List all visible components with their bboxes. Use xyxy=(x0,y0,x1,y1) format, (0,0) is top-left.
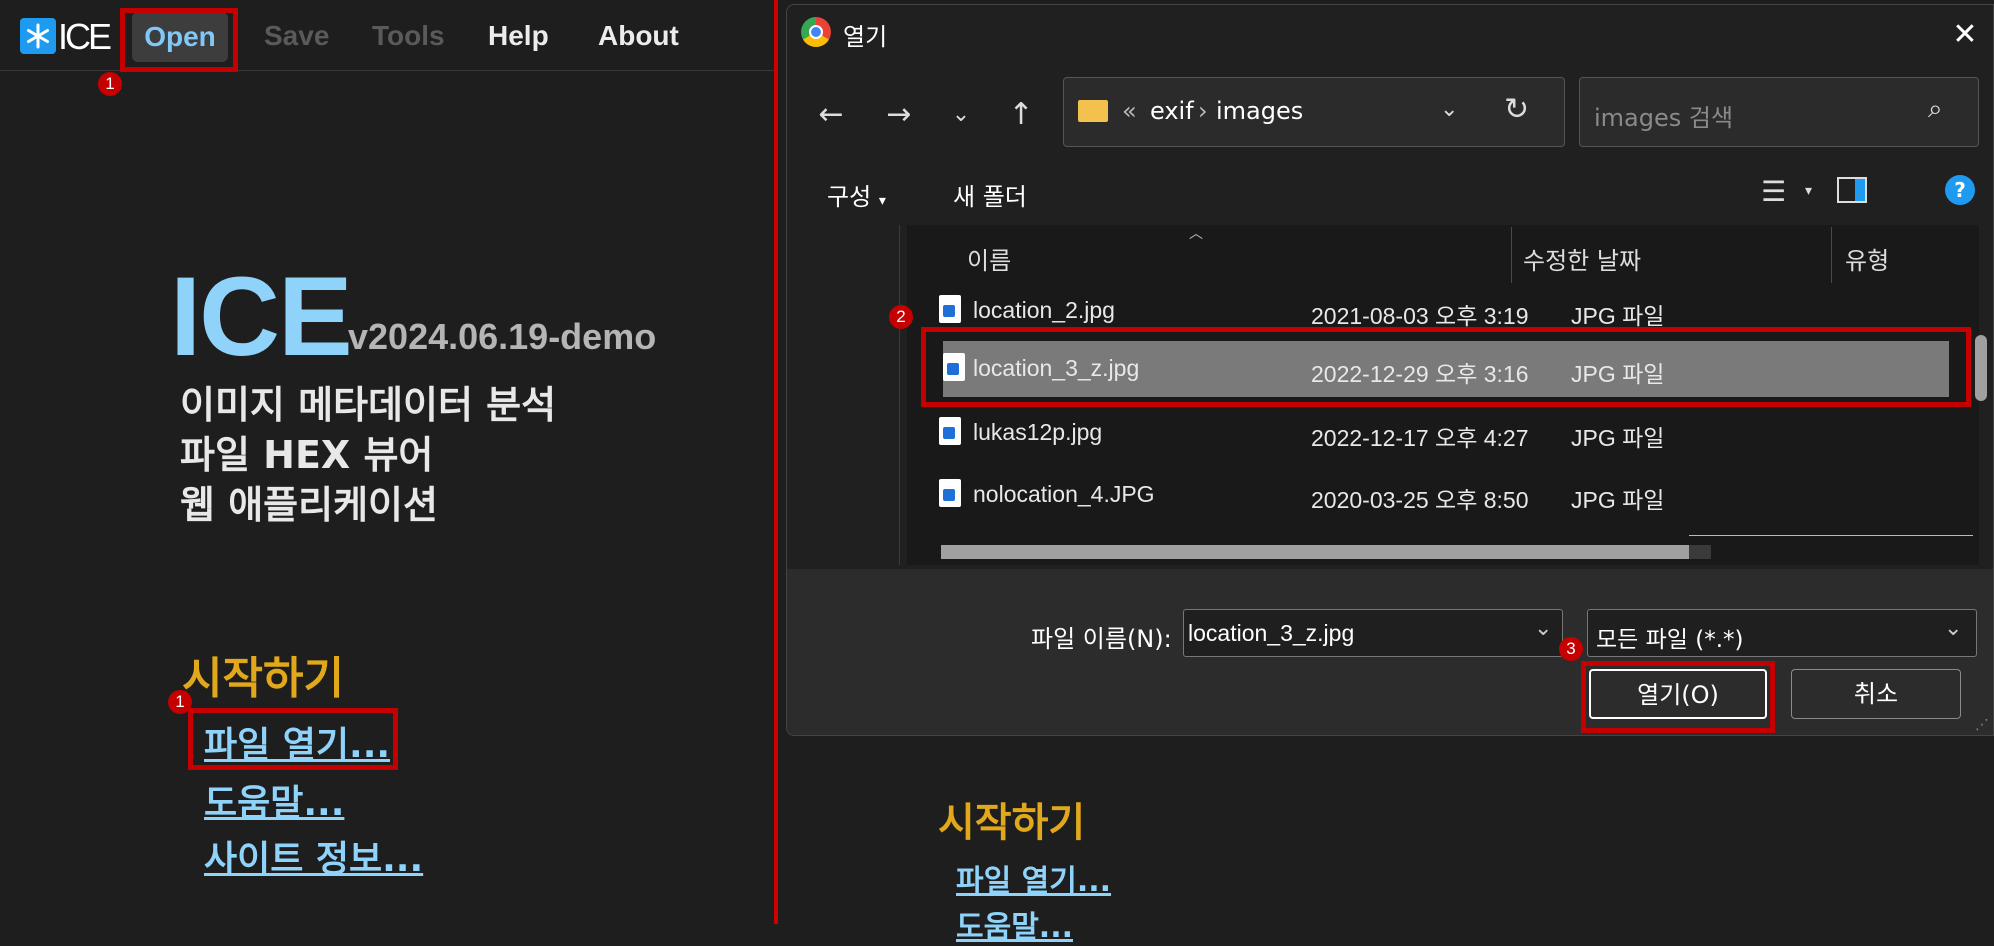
cancel-button[interactable]: 취소 xyxy=(1791,669,1961,719)
nav-pane-separator xyxy=(899,225,900,565)
folder-icon xyxy=(1078,100,1108,122)
new-folder-button[interactable]: 새 폴더 xyxy=(953,177,1027,212)
file-name: lukas12p.jpg xyxy=(973,419,1103,445)
link-site-info[interactable]: 사이트 정보... xyxy=(204,830,423,882)
file-type: JPG 파일 xyxy=(1571,487,1665,513)
vertical-scroll-thumb[interactable] xyxy=(1975,335,1987,401)
menu-tools[interactable]: Tools xyxy=(372,20,445,52)
dialog-title: 열기 xyxy=(843,23,888,51)
address-dropdown-icon[interactable]: ⌄ xyxy=(1440,97,1458,122)
file-date: 2022-12-17 오후 4:27 xyxy=(1311,425,1529,451)
file-open-dialog: 열기 ✕ ← → ⌄ ↑ « exif › images ⌄ ↻ images … xyxy=(786,4,1994,736)
search-box[interactable]: images 검색 ⌕ xyxy=(1579,77,1979,147)
menu-about[interactable]: About xyxy=(598,20,679,52)
filetype-value[interactable]: 모든 파일 (*.*) xyxy=(1596,620,1744,654)
col-separator[interactable] xyxy=(1511,227,1512,283)
link-open-file[interactable]: 파일 열기... xyxy=(204,716,390,768)
search-placeholder[interactable]: images 검색 xyxy=(1594,98,1733,133)
crumb-images[interactable]: images xyxy=(1216,97,1303,125)
close-icon[interactable]: ✕ xyxy=(1943,13,1987,57)
jpg-file-icon xyxy=(939,295,961,323)
link-help[interactable]: 도움말... xyxy=(204,774,344,826)
hero-line-1: 이미지 메타데이터 분석 xyxy=(180,383,557,427)
hero-title: ICE xyxy=(170,254,353,379)
organize-dropdown-icon: ▾ xyxy=(878,193,886,209)
highlight-open-menu xyxy=(120,8,238,72)
hero-line-3: 웹 애플리케이션 xyxy=(180,483,438,527)
version-label: v2024.06.19-demo xyxy=(348,316,657,357)
filename-dropdown-icon[interactable]: ⌄ xyxy=(1534,616,1552,641)
bg-link-open-file[interactable]: 파일 열기... xyxy=(956,856,1111,900)
up-arrow-icon[interactable]: ↑ xyxy=(1001,95,1041,135)
file-name: location_2.jpg xyxy=(973,297,1115,323)
file-row[interactable]: nolocation_4.JPG 2020-03-25 오후 8:50 JPG … xyxy=(907,467,1937,523)
step-badge-2: 2 xyxy=(889,305,913,329)
filetype-select[interactable]: 모든 파일 (*.*) ⌄ xyxy=(1587,609,1977,657)
col-name[interactable]: 이름 xyxy=(967,241,1011,276)
file-type: JPG 파일 xyxy=(1571,303,1665,329)
view-options-chevron-icon[interactable]: ▾ xyxy=(1805,183,1812,199)
col-date[interactable]: 수정한 날짜 xyxy=(1523,241,1641,276)
file-row[interactable]: lukas12p.jpg 2022-12-17 오후 4:27 JPG 파일 xyxy=(907,405,1937,461)
jpg-file-icon xyxy=(939,479,961,507)
forward-arrow-icon[interactable]: → xyxy=(879,95,919,135)
crumb-exif[interactable]: exif xyxy=(1150,97,1194,125)
step-badge-1: 1 xyxy=(98,72,122,96)
recent-chevron-icon[interactable]: ⌄ xyxy=(941,95,981,135)
list-edge-line xyxy=(1689,535,1973,536)
filename-value[interactable]: location_3_z.jpg xyxy=(1188,620,1354,647)
address-overflow[interactable]: « xyxy=(1122,97,1137,125)
logo-text: ICE xyxy=(58,16,112,57)
preview-pane-icon[interactable] xyxy=(1837,177,1867,203)
bg-start-title: 시작하기 xyxy=(938,800,1086,846)
organize-menu[interactable]: 구성 ▾ xyxy=(827,177,886,212)
help-icon[interactable]: ? xyxy=(1945,175,1975,205)
filetype-dropdown-icon[interactable]: ⌄ xyxy=(1944,616,1962,641)
filename-input[interactable]: location_3_z.jpg ⌄ xyxy=(1183,609,1563,657)
address-bar[interactable]: « exif › images ⌄ ↻ xyxy=(1063,77,1565,147)
view-list-icon[interactable]: ☰ xyxy=(1761,175,1786,208)
ice-app-pane: ICE Open 1 Save Tools Help About ICE v20… xyxy=(0,0,774,924)
bg-link-help[interactable]: 도움말... xyxy=(956,902,1073,946)
col-separator[interactable] xyxy=(1831,227,1832,283)
snowflake-logo-icon xyxy=(20,18,56,54)
step-badge-3: 3 xyxy=(1559,637,1583,661)
highlight-selected-file xyxy=(921,327,1971,407)
resize-grip-icon[interactable]: ⋰ xyxy=(1975,717,1989,733)
back-arrow-icon[interactable]: ← xyxy=(811,95,851,135)
menu-save[interactable]: Save xyxy=(264,20,329,52)
jpg-file-icon xyxy=(939,417,961,445)
col-type[interactable]: 유형 xyxy=(1845,241,1889,276)
start-title: 시작하기 xyxy=(182,653,344,704)
search-icon[interactable]: ⌕ xyxy=(1928,94,1943,125)
chrome-icon xyxy=(801,17,831,47)
menu-bar: ICE Open 1 Save Tools Help About xyxy=(0,0,774,96)
file-name: nolocation_4.JPG xyxy=(973,481,1155,507)
filename-label: 파일 이름(N): xyxy=(1031,625,1172,653)
crumb-separator-icon: › xyxy=(1198,97,1208,125)
sort-ascending-icon: ︿ xyxy=(1189,226,1203,242)
menu-help[interactable]: Help xyxy=(488,20,549,52)
organize-label: 구성 xyxy=(827,183,872,211)
open-button[interactable]: 열기(O) xyxy=(1589,669,1767,719)
horizontal-scroll-thumb[interactable] xyxy=(941,545,1689,559)
file-date: 2020-03-25 오후 8:50 xyxy=(1311,487,1529,513)
hero-line-2: 파일 HEX 뷰어 xyxy=(180,433,434,477)
file-date: 2021-08-03 오후 3:19 xyxy=(1311,303,1529,329)
file-type: JPG 파일 xyxy=(1571,425,1665,451)
refresh-icon[interactable]: ↻ xyxy=(1504,92,1529,127)
